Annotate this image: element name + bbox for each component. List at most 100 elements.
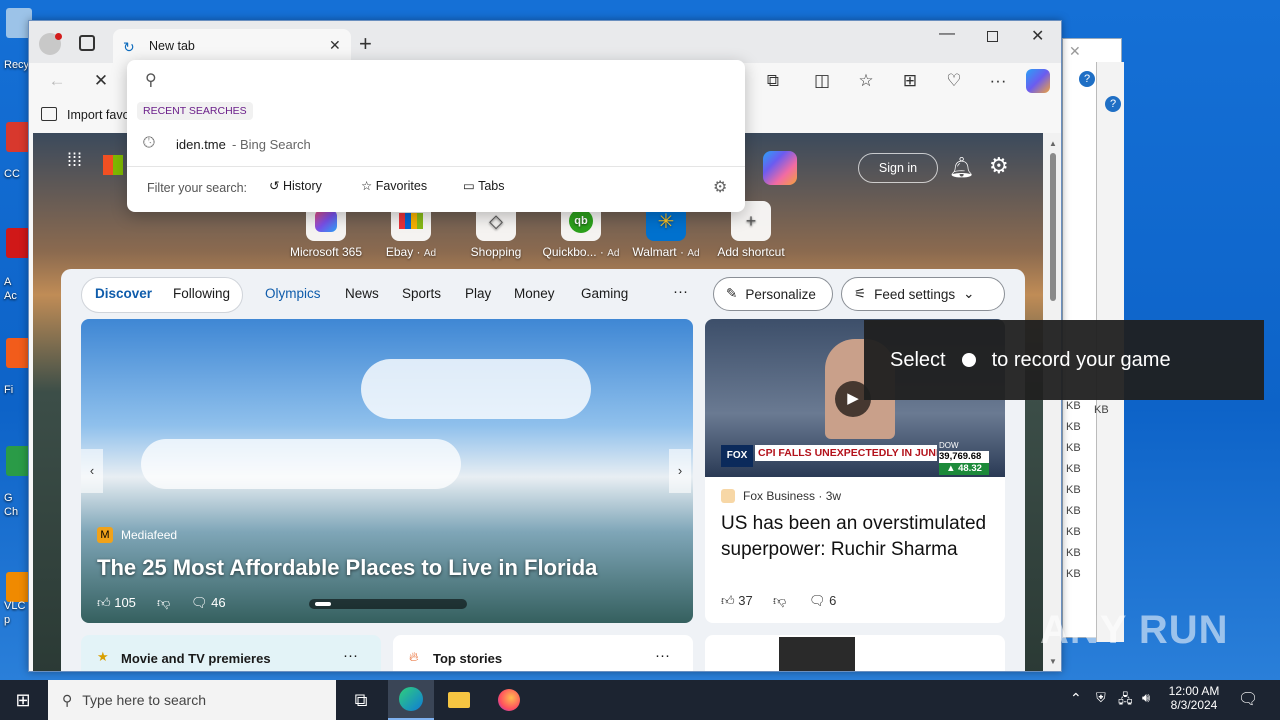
tab-gaming[interactable]: Gaming <box>581 286 628 301</box>
back-icon[interactable]: ← <box>43 67 71 95</box>
hero-comments[interactable]: 🗨︎ 46 <box>191 595 226 611</box>
side-likes[interactable]: 👍︎ 37 <box>721 593 753 609</box>
notifications-bell-icon[interactable]: 🔔︎ <box>949 155 974 180</box>
new-tab-plus-icon[interactable]: + <box>359 31 372 57</box>
personalize-button[interactable]: ✎ Personalize <box>713 277 833 311</box>
tab-following[interactable]: Following <box>173 286 230 301</box>
recent-search-item[interactable]: 🕓︎ iden.tme - Bing Search <box>127 128 745 160</box>
filter-favorites-button[interactable]: ☆ Favorites <box>361 178 427 193</box>
dislike-icon[interactable]: 👎︎ <box>157 595 170 611</box>
close-icon[interactable]: ✕ <box>1069 43 1081 60</box>
scroll-down-icon[interactable]: ▼ <box>1049 657 1057 666</box>
address-bar-dropdown: ⚲ RECENT SEARCHES 🕓︎ iden.tme - Bing Sea… <box>127 60 745 212</box>
file-size: KB <box>1066 568 1081 580</box>
volume-icon[interactable]: 🔊︎ <box>1142 690 1150 706</box>
copilot-icon[interactable] <box>1026 69 1050 93</box>
file-explorer-icon[interactable] <box>436 680 482 720</box>
desktop-icon-label: p <box>4 614 11 626</box>
desktop-icon-label: CC <box>4 168 20 180</box>
tab-sports[interactable]: Sports <box>402 286 441 301</box>
tab-news[interactable]: News <box>345 286 379 301</box>
page-scrollbar[interactable]: ▲ ▼ <box>1043 133 1061 671</box>
recent-search-query: iden.tme <box>176 137 226 152</box>
tab-play[interactable]: Play <box>465 286 491 301</box>
carousel-next-icon[interactable]: › <box>669 449 691 493</box>
tab-money[interactable]: Money <box>514 286 555 301</box>
dislike-icon[interactable]: 👎︎ <box>773 593 786 609</box>
filter-tabs-button[interactable]: ▭ Tabs <box>463 178 504 193</box>
extensions-icon[interactable]: ⧉ <box>759 67 787 95</box>
like-icon: 👍︎ <box>97 595 111 610</box>
hero-source: Mediafeed <box>121 528 178 542</box>
copilot-logo-icon[interactable] <box>763 151 797 185</box>
filter-label: Filter your search: <box>147 181 248 195</box>
tab-title: New tab <box>149 39 195 53</box>
carousel-prev-icon[interactable]: ‹ <box>81 449 103 493</box>
firefox-taskbar-icon[interactable] <box>486 680 532 720</box>
scroll-up-icon[interactable]: ▲ <box>1049 139 1057 148</box>
top-stories-card[interactable]: 🔥︎ Top stories ··· <box>393 635 693 671</box>
address-input[interactable] <box>171 68 731 92</box>
browser-essentials-icon[interactable]: ♡ <box>940 67 968 95</box>
comment-icon: 🗨︎ <box>191 595 208 610</box>
help-icon[interactable]: ? <box>1079 71 1095 87</box>
windows-start-icon[interactable]: ⊞ <box>0 680 46 720</box>
file-size: KB <box>1094 404 1109 416</box>
record-dot-icon[interactable] <box>961 353 976 367</box>
close-tab-icon[interactable]: ✕ <box>329 37 341 54</box>
network-icon[interactable]: 🖧︎ <box>1118 690 1133 712</box>
shortcut-label: Walmart <box>632 245 677 259</box>
edge-taskbar-icon[interactable] <box>388 680 434 720</box>
side-comments[interactable]: 🗨︎ 6 <box>809 593 836 609</box>
taskbar-search-placeholder: Type here to search <box>82 692 207 708</box>
search-settings-gear-icon[interactable]: ⚙ <box>713 177 727 197</box>
flame-icon: 🔥︎ <box>409 649 419 664</box>
maximize-icon[interactable] <box>987 31 998 42</box>
filter-history-button[interactable]: ↺ History <box>269 178 322 193</box>
microsoft-logo-icon[interactable] <box>103 155 123 175</box>
history-icon: ↺ <box>269 179 280 193</box>
import-favorites-link[interactable]: Import favo <box>67 108 130 122</box>
ad-badge: Ad <box>687 248 700 259</box>
tab-actions-icon[interactable] <box>79 35 95 51</box>
taskbar-search-box[interactable]: ⚲ Type here to search <box>48 680 336 720</box>
settings-gear-icon[interactable]: ⚙ <box>989 153 1009 179</box>
close-window-icon[interactable]: ✕ <box>1031 26 1044 46</box>
clock[interactable]: 12:00 AM 8/3/2024 <box>1166 684 1222 712</box>
tab-olympics[interactable]: Olympics <box>265 286 321 301</box>
desktop-icon-label: VLC <box>4 600 26 612</box>
security-icon[interactable]: ⛨ <box>1096 690 1106 706</box>
task-view-icon[interactable]: ⧉ <box>338 680 384 720</box>
chevron-up-icon[interactable]: ⌃ <box>1070 690 1082 707</box>
tab-discover[interactable]: Discover <box>95 286 152 301</box>
more-options-icon[interactable]: ··· <box>343 647 358 664</box>
hero-likes[interactable]: 👍︎ 105 <box>97 595 136 611</box>
collections-icon[interactable]: ⊞ <box>896 67 924 95</box>
fox-business-logo-icon <box>721 489 735 503</box>
apps-launcher-icon[interactable]: ⁞⁞⁞ <box>67 151 87 175</box>
more-options-icon[interactable]: ··· <box>655 647 670 664</box>
scrollbar-thumb[interactable] <box>1050 153 1056 301</box>
split-screen-icon[interactable]: ◫ <box>808 67 836 95</box>
carousel-dots[interactable] <box>309 599 467 609</box>
taskbar: ⊞ ⚲ Type here to search ⧉ ⌃ ⛨ 🖧︎ 🔊︎ 12:0… <box>0 680 1280 720</box>
promo-card[interactable] <box>705 635 1005 671</box>
favorites-icon[interactable]: ☆ <box>852 67 880 95</box>
more-icon[interactable]: ··· <box>984 67 1012 95</box>
minimize-icon[interactable]: — <box>939 25 955 43</box>
help-icon[interactable]: ? <box>1105 96 1121 112</box>
sliders-icon: ⚟ <box>854 286 867 301</box>
hero-title[interactable]: The 25 Most Affordable Places to Live in… <box>97 555 597 581</box>
notifications-icon[interactable]: 🗨︎ <box>1238 689 1258 709</box>
sign-in-button[interactable]: Sign in <box>858 153 938 183</box>
feed-settings-button[interactable]: ⚟ Feed settings ⌄ <box>841 277 1005 311</box>
promo-image <box>779 637 855 671</box>
side-title[interactable]: US has been an overstimulated superpower… <box>721 511 989 563</box>
stop-icon[interactable]: ✕ <box>87 67 115 95</box>
tabs-icon: ▭ <box>463 179 475 193</box>
more-categories-icon[interactable]: ··· <box>673 283 688 300</box>
anyrun-watermark: ANY RUN <box>1040 608 1229 652</box>
card-label: Movie and TV premieres <box>121 651 271 666</box>
movie-tv-premieres-card[interactable]: ★ Movie and TV premieres ··· <box>81 635 381 671</box>
hero-story-card[interactable]: ‹ › M Mediafeed The 25 Most Affordable P… <box>81 319 693 623</box>
